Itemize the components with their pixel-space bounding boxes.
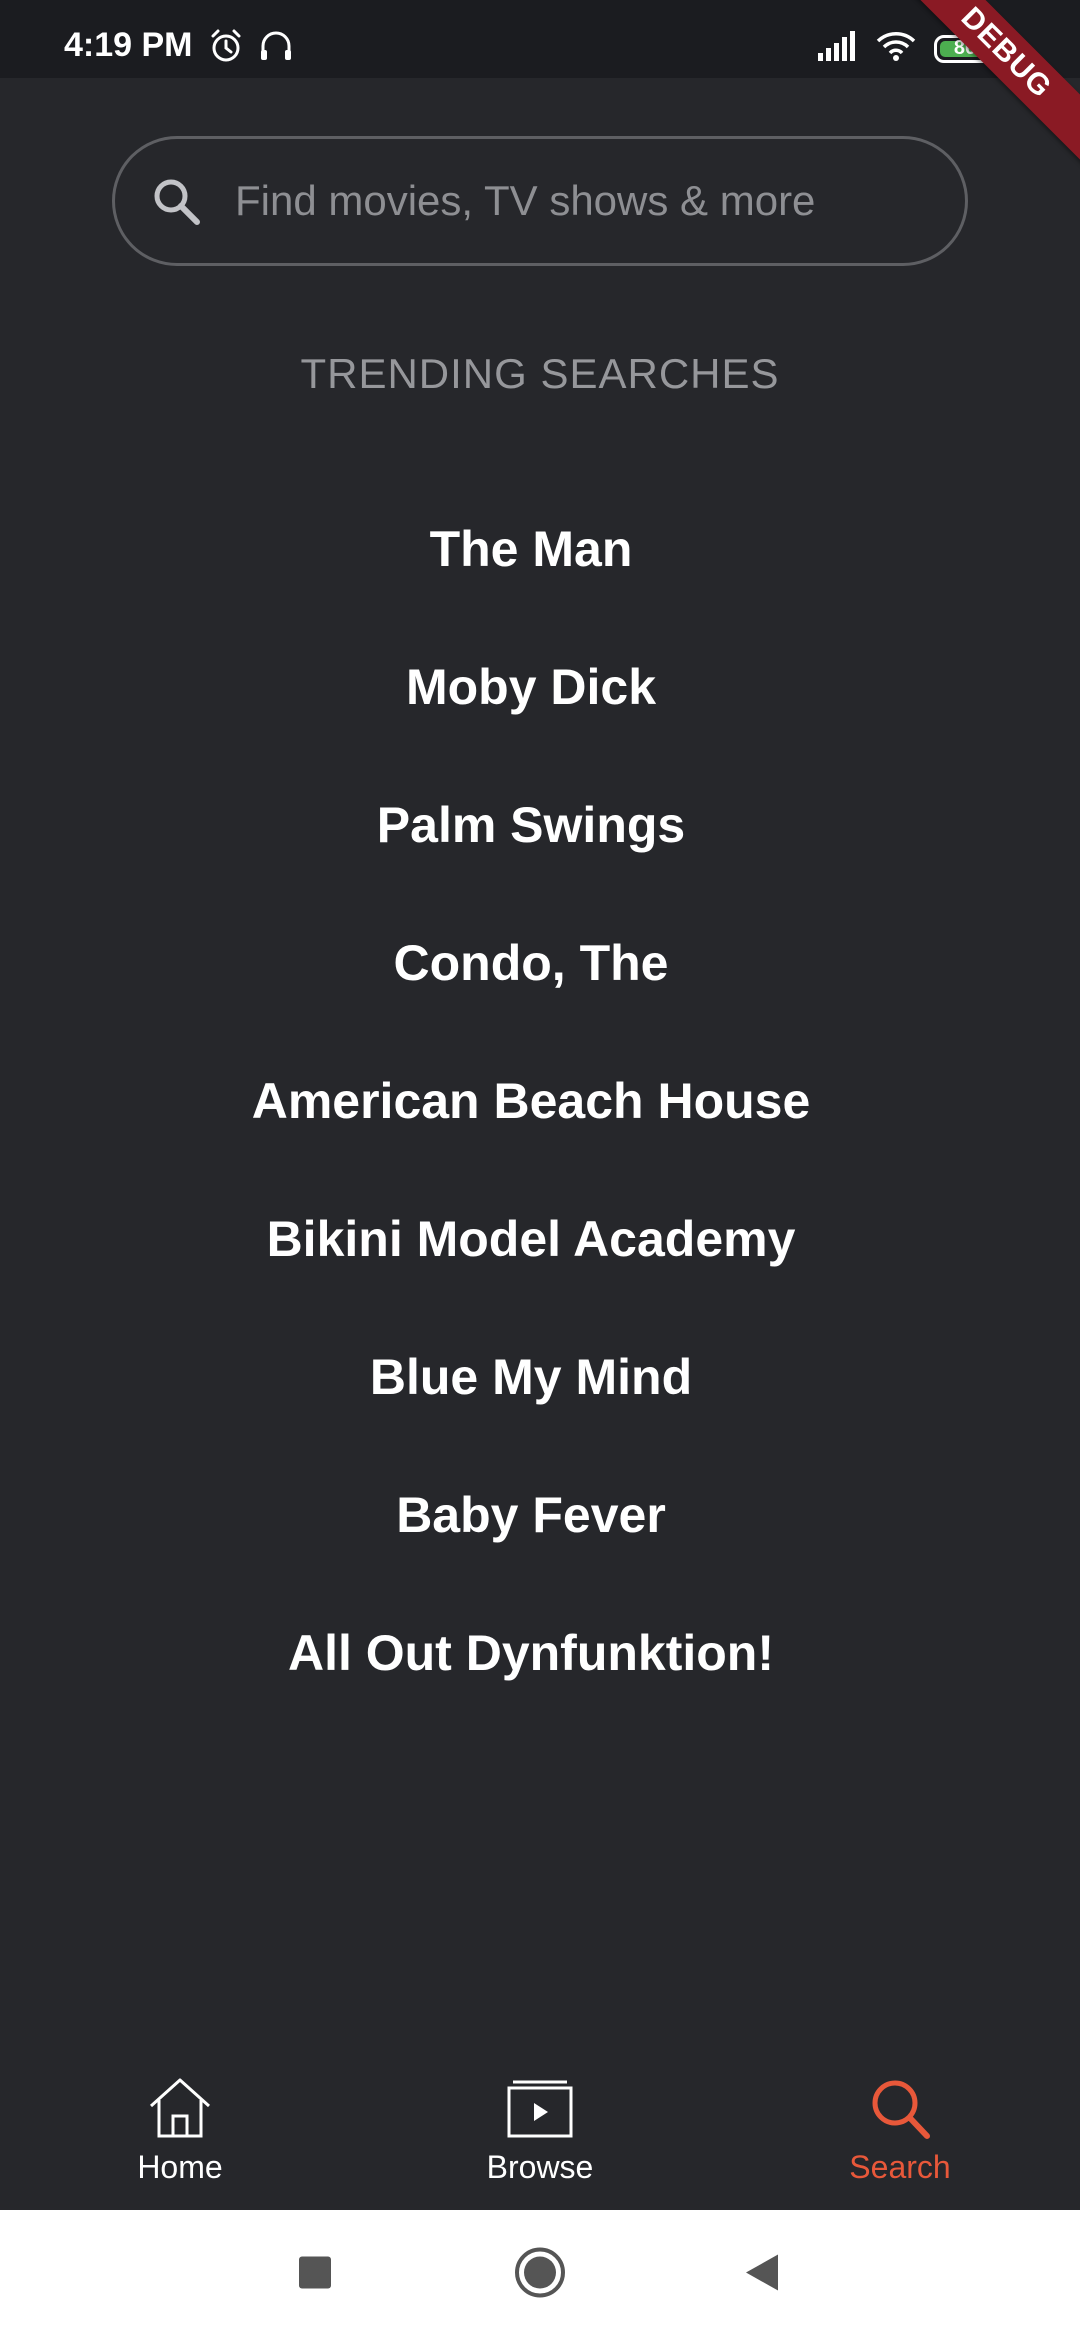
- trending-item[interactable]: The Man: [0, 480, 1062, 618]
- trending-item[interactable]: Bikini Model Academy: [0, 1170, 1062, 1308]
- nav-search-label: Search: [849, 2149, 951, 2185]
- wifi-icon: [876, 30, 916, 67]
- status-left-icons: [208, 28, 294, 69]
- trending-list: The Man Moby Dick Palm Swings Condo, The…: [0, 480, 1062, 1722]
- nav-browse-label: Browse: [486, 2149, 594, 2185]
- recents-button[interactable]: [297, 2255, 333, 2296]
- trending-item[interactable]: Palm Swings: [0, 756, 1062, 894]
- nav-home-label: Home: [137, 2149, 223, 2185]
- nav-browse[interactable]: Browse: [440, 2076, 640, 2186]
- status-time: 4:19 PM: [64, 26, 193, 64]
- trending-item[interactable]: Blue My Mind: [0, 1308, 1062, 1446]
- trending-item[interactable]: Baby Fever: [0, 1446, 1062, 1584]
- trending-item[interactable]: Moby Dick: [0, 618, 1062, 756]
- trending-item[interactable]: American Beach House: [0, 1032, 1062, 1170]
- home-icon: [145, 2076, 215, 2145]
- system-nav-bar: [0, 2210, 1080, 2340]
- search-placeholder: Find movies, TV shows & more: [235, 177, 816, 224]
- nav-home[interactable]: Home: [80, 2076, 280, 2186]
- bottom-nav: Home Browse Search: [0, 2060, 1080, 2210]
- nav-search[interactable]: Search: [800, 2076, 1000, 2186]
- back-button[interactable]: [742, 2253, 782, 2298]
- status-bar: 4:19 PM 80 DEBUG: [0, 0, 1080, 176]
- browse-icon: [505, 2076, 575, 2145]
- trending-title: TRENDING SEARCHES: [300, 350, 780, 397]
- trending-item[interactable]: All Out Dynfunktion!: [0, 1584, 1062, 1722]
- headset-icon: [258, 28, 294, 69]
- search-input[interactable]: Find movies, TV shows & more: [112, 136, 968, 266]
- signal-icon: [816, 31, 858, 66]
- alarm-icon: [208, 28, 244, 69]
- search-icon: [149, 174, 203, 228]
- search-icon: [865, 2076, 935, 2145]
- trending-item[interactable]: Condo, The: [0, 894, 1062, 1032]
- home-button[interactable]: [513, 2246, 567, 2305]
